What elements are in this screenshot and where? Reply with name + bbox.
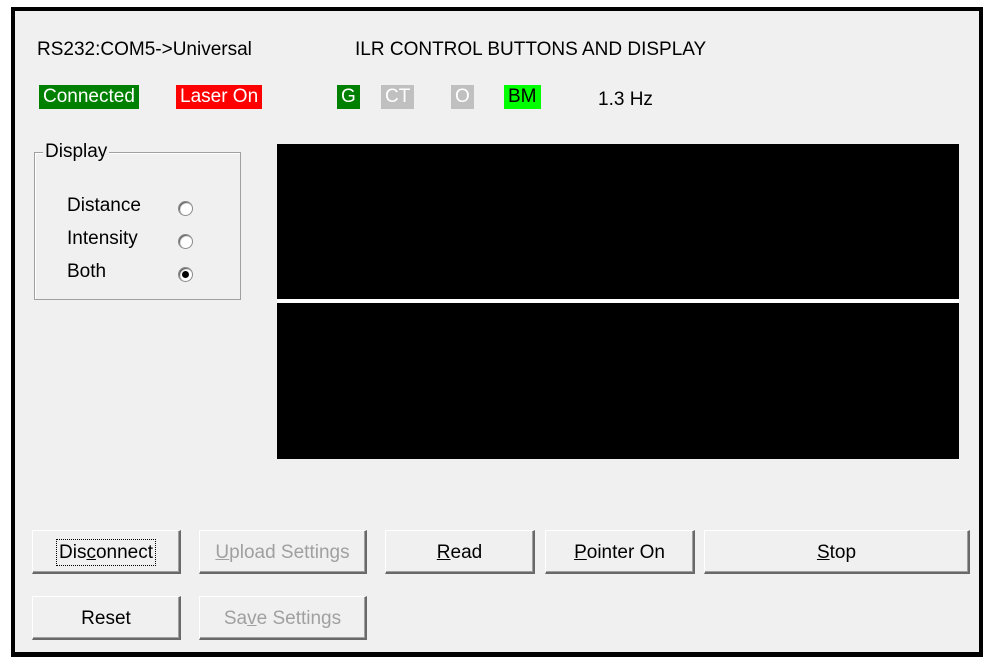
radio-intensity[interactable]: Intensity (67, 228, 138, 250)
connection-info: RS232:COM5->Universal (37, 39, 252, 60)
radio-both[interactable]: Both (67, 261, 106, 283)
distance-display-screen (277, 144, 959, 299)
laser-status-badge: Laser On (176, 85, 263, 109)
stop-button[interactable]: Stop (704, 530, 970, 574)
intensity-display-screen (277, 303, 959, 459)
window-frame: RS232:COM5->Universal ILR CONTROL BUTTON… (11, 7, 983, 657)
g-status-badge: G (337, 85, 360, 109)
upload-settings-button[interactable]: Upload Settings (199, 530, 367, 574)
pointer-on-button[interactable]: Pointer On (545, 530, 695, 574)
save-settings-button[interactable]: Save Settings (199, 596, 367, 640)
radio-distance[interactable]: Distance (67, 195, 141, 217)
display-group: Display Distance Intensity Both (34, 141, 241, 300)
radio-distance-button[interactable] (178, 201, 193, 216)
connected-status-badge: Connected (39, 85, 139, 109)
disconnect-button[interactable]: Disconnect (32, 530, 181, 574)
radio-distance-label: Distance (67, 195, 141, 216)
panel-title: ILR CONTROL BUTTONS AND DISPLAY (355, 39, 707, 60)
radio-selected-dot (182, 271, 189, 278)
radio-intensity-button[interactable] (178, 234, 193, 249)
radio-both-label: Both (67, 261, 107, 282)
radio-both-button[interactable] (178, 267, 193, 282)
display-group-title: Display (43, 141, 110, 163)
reset-button[interactable]: Reset (32, 596, 181, 640)
control-panel: RS232:COM5->Universal ILR CONTROL BUTTON… (15, 11, 979, 652)
ct-status-badge: CT (381, 85, 415, 109)
read-button[interactable]: Read (385, 530, 535, 574)
radio-intensity-label: Intensity (67, 228, 138, 249)
frequency-readout: 1.3 Hz (598, 89, 653, 110)
o-status-badge: O (451, 85, 474, 109)
bm-status-badge: BM (504, 85, 541, 109)
